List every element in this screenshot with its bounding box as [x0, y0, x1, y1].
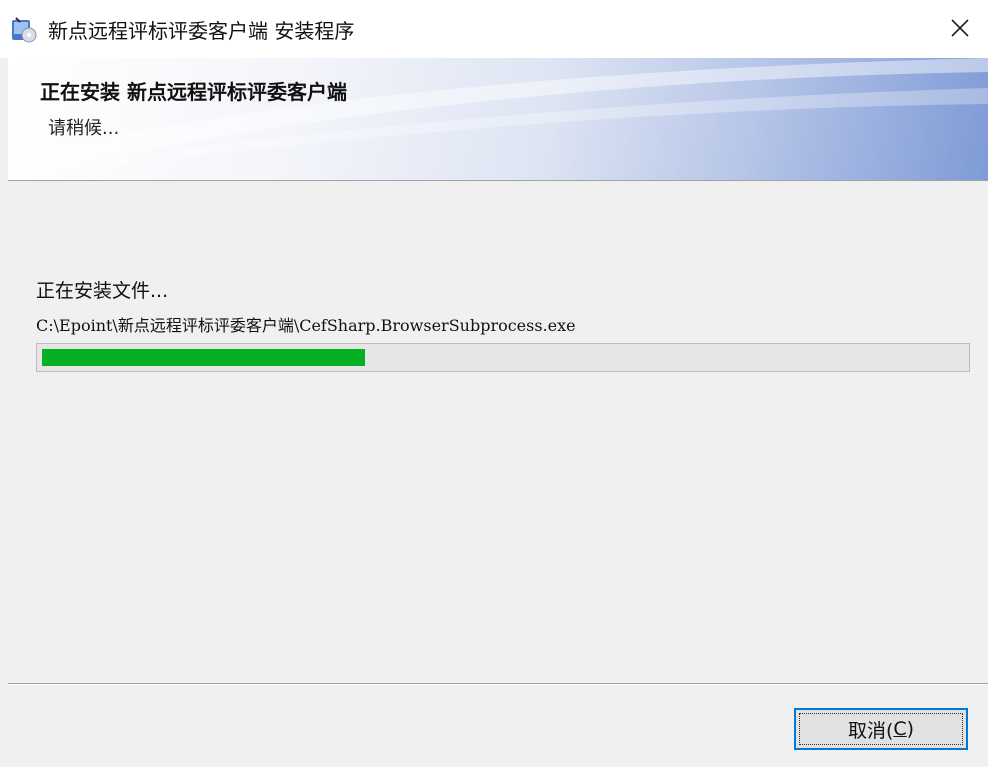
footer-divider	[8, 683, 988, 685]
cancel-button[interactable]: 取消(C)	[794, 708, 968, 750]
banner-subtitle: 请稍候...	[48, 118, 120, 139]
installer-icon	[10, 16, 38, 44]
close-icon	[950, 18, 970, 38]
title-bar[interactable]: 新点远程评标评委客户端 安装程序	[0, 0, 988, 58]
focus-rectangle	[799, 713, 963, 745]
install-progress-bar	[36, 343, 970, 372]
installer-window: 新点远程评标评委客户端 安装程序 正在安装 新点远程评标评委客户端 请稍候...…	[0, 0, 988, 767]
close-button[interactable]	[932, 0, 988, 56]
header-banner: 正在安装 新点远程评标评委客户端 请稍候...	[8, 58, 988, 181]
status-label: 正在安装文件...	[36, 280, 169, 302]
window-title: 新点远程评标评委客户端 安装程序	[48, 19, 355, 43]
current-file-path: C:\Epoint\新点远程评标评委客户端\CefSharp.BrowserSu…	[36, 316, 576, 335]
progress-fill	[42, 349, 365, 366]
banner-title: 正在安装 新点远程评标评委客户端	[40, 80, 347, 104]
